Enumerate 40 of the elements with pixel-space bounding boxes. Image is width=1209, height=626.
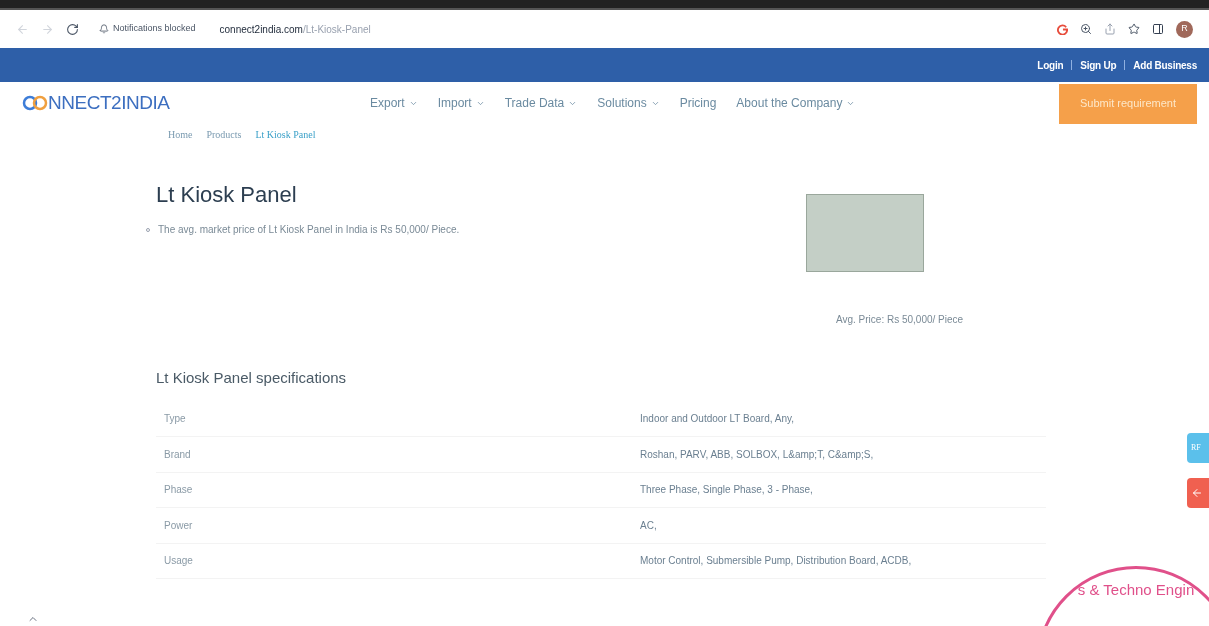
bell-icon <box>99 24 109 34</box>
arrow-left-icon <box>1191 487 1203 499</box>
spec-value: Motor Control, Submersible Pump, Distribution Board, ACDB, <box>640 554 912 569</box>
top-link[interactable]: Login <box>1037 57 1064 73</box>
nav-item[interactable]: Export <box>370 94 418 112</box>
average-price: Avg. Price: Rs 50,000/ Piece <box>836 313 964 327</box>
profile-avatar[interactable]: R <box>1176 20 1193 38</box>
reload-icon[interactable] <box>66 22 79 36</box>
star-icon[interactable] <box>1128 23 1140 35</box>
nav-item[interactable]: Pricing <box>679 94 717 112</box>
logo-text[interactable]: NNECT2INDIA <box>48 88 170 118</box>
spec-label: Brand <box>163 447 192 462</box>
side-panel-icon[interactable] <box>1152 23 1164 35</box>
zoom-icon[interactable] <box>1080 23 1092 35</box>
logo-icon <box>22 95 48 111</box>
product-title: Lt Kiosk Panel <box>156 184 298 206</box>
google-icon[interactable] <box>1057 23 1068 35</box>
spec-label: Power <box>163 518 194 533</box>
nav-item[interactable]: Solutions <box>597 94 660 112</box>
top-link[interactable]: Sign Up <box>1080 57 1117 73</box>
breadcrumb-link[interactable]: Home <box>168 127 193 142</box>
breadcrumb-link[interactable]: Products <box>206 127 242 142</box>
nav-item[interactable]: Trade Data <box>504 94 578 112</box>
spec-value: AC, <box>640 518 657 533</box>
spec-value: Roshan, PARV, ABB, SOLBOX, L&amp;T, C&amp;S, <box>640 447 874 462</box>
rfq-tab[interactable]: RF <box>1187 433 1209 463</box>
spec-label: Type <box>163 412 187 427</box>
spec-value: Three Phase, Single Phase, 3 - Phase, <box>640 483 813 498</box>
nav-item[interactable]: About the Company <box>736 94 856 112</box>
breadcrumb-link[interactable]: Lt Kiosk Panel <box>255 127 316 142</box>
specifications-heading: Lt Kiosk Panel specifications <box>156 368 348 388</box>
address-bar[interactable]: connect2india.com/Lt-Kiosk-Panel <box>219 21 371 37</box>
top-link[interactable]: Add Business <box>1133 57 1197 73</box>
spec-label: Phase <box>163 483 194 498</box>
spec-value: Indoor and Outdoor LT Board, Any, <box>640 412 794 427</box>
spec-label: Usage <box>163 554 194 569</box>
share-icon[interactable] <box>1104 23 1116 35</box>
price-note: The avg. market price of Lt Kiosk Panel in India is Rs 50,000/ Piece. <box>158 223 460 237</box>
notification-notice[interactable]: Notifications blocked <box>113 22 196 36</box>
nav-item[interactable]: Import <box>437 94 485 112</box>
